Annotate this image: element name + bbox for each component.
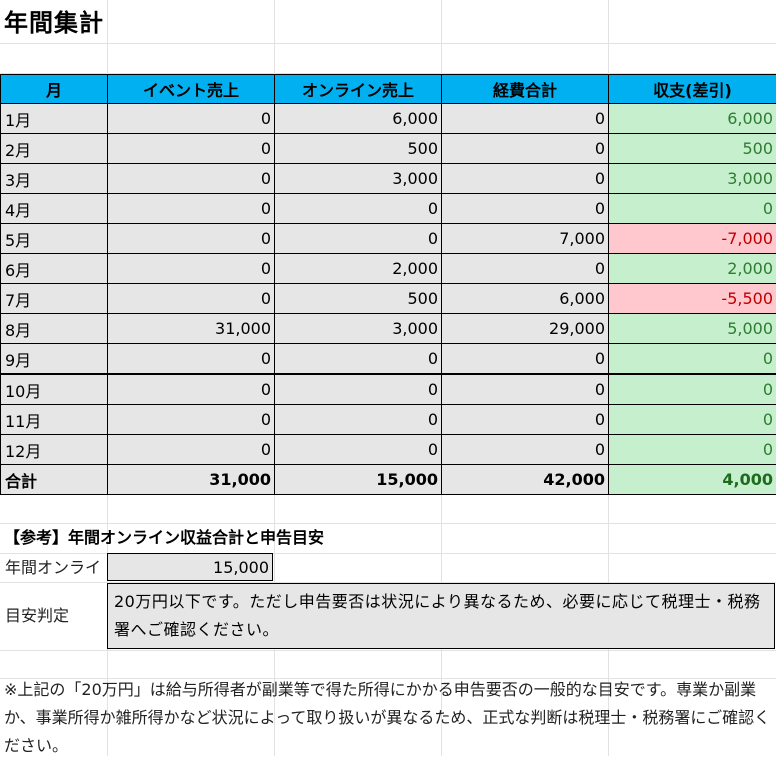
expense-cell[interactable]: 7,000 (442, 224, 609, 254)
expense-cell[interactable]: 0 (442, 194, 609, 224)
month-cell[interactable]: 5月 (1, 224, 108, 254)
table-row: 8月31,0003,00029,0005,000 (1, 314, 776, 344)
online-total-value[interactable]: 15,000 (107, 553, 273, 581)
event-sales-cell[interactable]: 0 (108, 435, 275, 465)
online-total-label: 年間オンライ (0, 553, 105, 583)
balance-cell[interactable]: 0 (609, 344, 776, 375)
month-cell[interactable]: 12月 (1, 435, 108, 465)
footnote: ※上記の「20万円」は給与所得者が副業等で得た所得にかかる申告要否の一般的な目安… (4, 676, 774, 760)
expense-cell[interactable]: 0 (442, 344, 609, 375)
total-online-sales-cell[interactable]: 15,000 (275, 465, 442, 495)
header-online-sales[interactable]: オンライン売上 (275, 75, 442, 104)
table-row: 7月05006,000-5,500 (1, 284, 776, 314)
event-sales-cell[interactable]: 31,000 (108, 314, 275, 344)
total-row: 合計31,00015,00042,0004,000 (1, 465, 776, 495)
judge-label: 目安判定 (0, 601, 105, 631)
expense-cell[interactable]: 0 (442, 134, 609, 164)
expense-cell[interactable]: 0 (442, 405, 609, 435)
annual-summary-table: 月 イベント売上 オンライン売上 経費合計 収支(差引) 1月06,00006,… (0, 74, 776, 495)
online-sales-cell[interactable]: 500 (275, 284, 442, 314)
balance-cell[interactable]: 2,000 (609, 254, 776, 284)
month-cell[interactable]: 6月 (1, 254, 108, 284)
balance-cell[interactable]: 6,000 (609, 104, 776, 134)
month-cell[interactable]: 9月 (1, 344, 108, 375)
month-cell[interactable]: 3月 (1, 164, 108, 194)
balance-cell[interactable]: -7,000 (609, 224, 776, 254)
balance-cell[interactable]: -5,500 (609, 284, 776, 314)
table-row: 3月03,00003,000 (1, 164, 776, 194)
table-header-row: 月 イベント売上 オンライン売上 経費合計 収支(差引) (1, 75, 776, 104)
balance-cell[interactable]: 0 (609, 405, 776, 435)
table-row: 1月06,00006,000 (1, 104, 776, 134)
online-sales-cell[interactable]: 0 (275, 194, 442, 224)
balance-cell[interactable]: 0 (609, 194, 776, 224)
balance-cell[interactable]: 0 (609, 374, 776, 405)
page-title: 年間集計 (4, 6, 104, 40)
header-expense-total[interactable]: 経費合計 (442, 75, 609, 104)
event-sales-cell[interactable]: 0 (108, 134, 275, 164)
table-row: 12月0000 (1, 435, 776, 465)
online-sales-cell[interactable]: 0 (275, 405, 442, 435)
month-cell[interactable]: 11月 (1, 405, 108, 435)
month-cell[interactable]: 1月 (1, 104, 108, 134)
expense-cell[interactable]: 0 (442, 164, 609, 194)
judge-result-text[interactable]: 20万円以下です。ただし申告要否は状況により異なるため、必要に応じて税理士・税務… (107, 583, 775, 649)
online-sales-cell[interactable]: 3,000 (275, 164, 442, 194)
event-sales-cell[interactable]: 0 (108, 405, 275, 435)
event-sales-cell[interactable]: 0 (108, 284, 275, 314)
expense-cell[interactable]: 0 (442, 435, 609, 465)
online-sales-cell[interactable]: 0 (275, 435, 442, 465)
expense-cell[interactable]: 29,000 (442, 314, 609, 344)
online-sales-cell[interactable]: 0 (275, 344, 442, 375)
expense-cell[interactable]: 0 (442, 374, 609, 405)
table-row: 2月05000500 (1, 134, 776, 164)
header-balance[interactable]: 収支(差引) (609, 75, 776, 104)
reference-heading: 【参考】年間オンライン収益合計と申告目安 (4, 524, 324, 552)
balance-cell[interactable]: 500 (609, 134, 776, 164)
total-expense-cell[interactable]: 42,000 (442, 465, 609, 495)
table-row: 4月0000 (1, 194, 776, 224)
expense-cell[interactable]: 0 (442, 254, 609, 284)
table-row: 10月0000 (1, 374, 776, 405)
online-sales-cell[interactable]: 3,000 (275, 314, 442, 344)
month-cell[interactable]: 7月 (1, 284, 108, 314)
month-cell[interactable]: 4月 (1, 194, 108, 224)
event-sales-cell[interactable]: 0 (108, 224, 275, 254)
expense-cell[interactable]: 0 (442, 104, 609, 134)
total-event-sales-cell[interactable]: 31,000 (108, 465, 275, 495)
month-cell[interactable]: 2月 (1, 134, 108, 164)
balance-cell[interactable]: 5,000 (609, 314, 776, 344)
balance-cell[interactable]: 0 (609, 435, 776, 465)
header-month[interactable]: 月 (1, 75, 108, 104)
online-sales-cell[interactable]: 0 (275, 224, 442, 254)
online-sales-cell[interactable]: 6,000 (275, 104, 442, 134)
table-row: 5月007,000-7,000 (1, 224, 776, 254)
event-sales-cell[interactable]: 0 (108, 194, 275, 224)
event-sales-cell[interactable]: 0 (108, 164, 275, 194)
total-month-cell[interactable]: 合計 (1, 465, 108, 495)
month-cell[interactable]: 8月 (1, 314, 108, 344)
event-sales-cell[interactable]: 0 (108, 344, 275, 375)
header-event-sales[interactable]: イベント売上 (108, 75, 275, 104)
month-cell[interactable]: 10月 (1, 374, 108, 405)
balance-cell[interactable]: 3,000 (609, 164, 776, 194)
event-sales-cell[interactable]: 0 (108, 254, 275, 284)
event-sales-cell[interactable]: 0 (108, 374, 275, 405)
expense-cell[interactable]: 6,000 (442, 284, 609, 314)
online-sales-cell[interactable]: 2,000 (275, 254, 442, 284)
table-row: 9月0000 (1, 344, 776, 375)
online-sales-cell[interactable]: 0 (275, 374, 442, 405)
table-row: 11月0000 (1, 405, 776, 435)
table-row: 6月02,00002,000 (1, 254, 776, 284)
event-sales-cell[interactable]: 0 (108, 104, 275, 134)
total-balance-cell[interactable]: 4,000 (609, 465, 776, 495)
online-sales-cell[interactable]: 500 (275, 134, 442, 164)
